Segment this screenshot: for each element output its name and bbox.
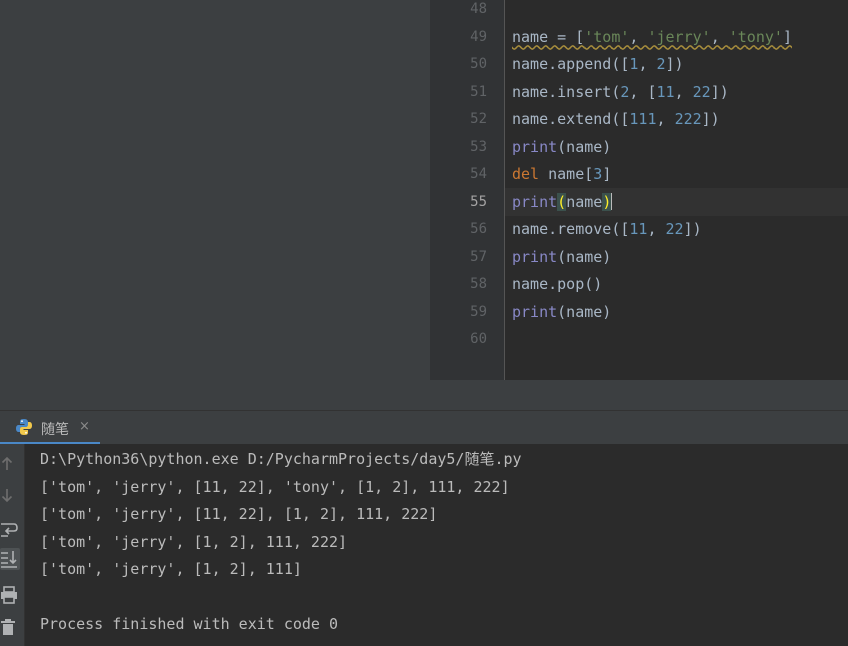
code-line[interactable]: print(name) xyxy=(512,248,611,266)
code-line[interactable]: name.extend([111, 222]) xyxy=(512,110,720,128)
code-line[interactable]: name.remove([11, 22]) xyxy=(512,220,702,238)
line-number[interactable]: 57 xyxy=(430,248,487,266)
code-token: , xyxy=(674,82,693,101)
code-line[interactable]: name.append([1, 2]) xyxy=(512,55,684,73)
project-panel xyxy=(0,0,430,410)
code-token: print xyxy=(512,192,558,211)
code-token: 111 xyxy=(629,110,657,128)
console-line: Process finished with exit code 0 xyxy=(40,615,339,633)
code-token: , xyxy=(656,110,675,128)
run-tab-label: 随笔 xyxy=(41,422,69,438)
code-token: name.extend([ xyxy=(512,110,630,128)
line-number[interactable]: 54 xyxy=(430,165,487,183)
code-line[interactable]: print(name) xyxy=(512,192,613,211)
code-token: name.append([ xyxy=(512,55,630,73)
code-token: 222 xyxy=(674,110,702,128)
run-tab[interactable]: 随笔 × xyxy=(0,411,100,445)
code-token: , [ xyxy=(629,82,657,101)
code-token: [ xyxy=(575,27,585,46)
code-token: name xyxy=(512,27,549,46)
arrow-down-icon[interactable] xyxy=(0,485,20,507)
code-token: ) xyxy=(602,192,612,211)
code-line[interactable]: print(name) xyxy=(512,138,611,156)
code-token: ]) xyxy=(710,82,729,101)
trash-icon[interactable] xyxy=(0,616,20,638)
code-token: name.pop() xyxy=(512,275,603,293)
code-line[interactable]: del name[3] xyxy=(512,165,611,183)
line-number[interactable]: 60 xyxy=(430,330,487,348)
code-token: (name) xyxy=(557,302,612,321)
code-token: 'tom' xyxy=(584,27,630,46)
code-token: 2 xyxy=(656,55,666,73)
console-line: ['tom', 'jerry', [11, 22], [1, 2], 111, … xyxy=(40,505,438,523)
line-number[interactable]: 48 xyxy=(430,0,487,18)
print-icon[interactable] xyxy=(0,584,20,606)
code-token: print xyxy=(512,302,558,321)
scroll-to-end-icon[interactable] xyxy=(0,548,20,570)
code-token: 11 xyxy=(656,82,675,101)
code-token: print xyxy=(512,137,558,156)
close-icon[interactable]: × xyxy=(79,419,90,434)
text-caret xyxy=(611,192,613,210)
code-token: name xyxy=(566,192,603,211)
code-token: name.remove([ xyxy=(512,220,630,238)
code-token: (name) xyxy=(557,247,612,266)
code-token: , xyxy=(647,220,666,238)
python-icon xyxy=(16,419,32,435)
console-line: ['tom', 'jerry', [1, 2], 111] xyxy=(40,560,302,578)
code-token: del xyxy=(512,165,540,183)
code-token: 22 xyxy=(692,82,711,101)
code-token: , xyxy=(710,27,729,46)
code-token: print xyxy=(512,247,558,266)
code-token: ]) xyxy=(701,110,720,128)
code-token: = xyxy=(548,27,576,46)
console-line: ['tom', 'jerry', [1, 2], 111, 222] xyxy=(40,532,348,551)
code-line[interactable]: name.insert(2, [11, 22]) xyxy=(512,83,729,101)
code-token: 3 xyxy=(593,165,603,183)
code-line[interactable]: name.pop() xyxy=(512,275,602,293)
soft-wrap-icon[interactable] xyxy=(0,518,20,540)
console-line: ['tom', 'jerry', [11, 22], 'tony', [1, 2… xyxy=(40,477,510,496)
editor-horizontal-scrollbar[interactable] xyxy=(430,380,848,410)
code-token: , xyxy=(629,27,648,46)
line-number[interactable]: 51 xyxy=(430,83,487,101)
code-token: 'jerry' xyxy=(647,27,711,46)
line-number[interactable]: 49 xyxy=(430,28,487,46)
code-token: ]) xyxy=(683,220,702,238)
code-token: 11 xyxy=(629,220,648,238)
line-number[interactable]: 52 xyxy=(430,110,487,128)
code-token: ( xyxy=(557,192,567,211)
code-token: name[ xyxy=(539,165,594,183)
run-tool-window-header: 随笔 × xyxy=(0,410,848,445)
code-token: , xyxy=(638,55,657,73)
code-token: ] xyxy=(782,27,792,46)
line-number[interactable]: 59 xyxy=(430,303,487,321)
line-number[interactable]: 56 xyxy=(430,220,487,238)
line-number[interactable]: 58 xyxy=(430,275,487,293)
console-line: D:\Python36\python.exe D:/PycharmProject… xyxy=(40,450,522,468)
line-number[interactable]: 55 xyxy=(430,193,487,211)
code-token: (name) xyxy=(557,137,612,156)
run-toolbar xyxy=(0,444,25,646)
line-number[interactable]: 53 xyxy=(430,138,487,156)
code-token: name.insert( xyxy=(512,82,621,101)
code-line[interactable]: print(name) xyxy=(512,303,611,321)
code-token: 'tony' xyxy=(728,27,783,46)
code-token: ] xyxy=(602,165,612,183)
code-line[interactable]: name = ['tom', 'jerry', 'tony'] xyxy=(512,28,792,46)
line-number[interactable]: 50 xyxy=(430,55,487,73)
code-token: 22 xyxy=(665,220,684,238)
code-token: ]) xyxy=(665,55,684,73)
arrow-up-icon[interactable] xyxy=(0,452,20,474)
